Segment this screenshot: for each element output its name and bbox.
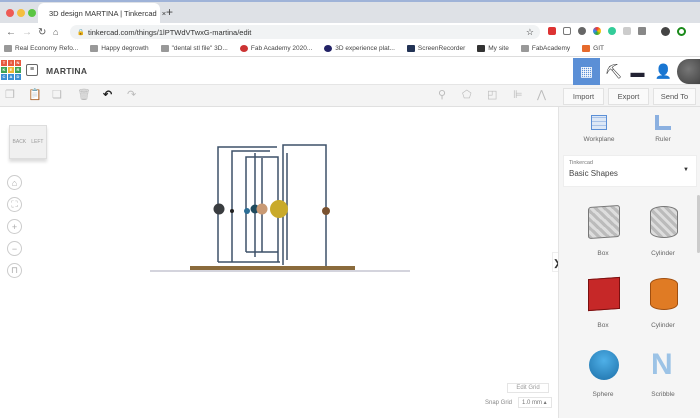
3d-view-grid-button[interactable]: ▦ (573, 58, 600, 85)
copy-icon[interactable]: ❐ (5, 88, 15, 101)
sphere-shape-icon (589, 350, 619, 380)
view-cube[interactable]: BACK LEFT (9, 125, 47, 159)
extension-icons (548, 27, 686, 36)
scribble-shape-icon: N (651, 348, 673, 381)
edit-grid-button[interactable]: Edit Grid (507, 383, 549, 393)
extension-icon[interactable] (623, 27, 631, 35)
design-title[interactable]: MARTINA (46, 66, 87, 76)
shape-library-select[interactable]: Tinkercad Basic Shapes ▼ (563, 155, 697, 187)
codeblocks-pickaxe-button[interactable]: ⛏ (600, 58, 627, 85)
duplicate-icon[interactable]: ❏ (52, 88, 62, 101)
snap-grid-label: Snap Grid (485, 400, 513, 406)
extension-icon[interactable] (677, 27, 686, 36)
tab-title: 3D design MARTINA | Tinkercad (49, 8, 157, 18)
bookmark-item[interactable]: Real Economy Refo... (4, 44, 78, 52)
box-shape-icon (588, 276, 620, 312)
bookmark-item[interactable]: GIT (582, 44, 604, 52)
workplane-icon (591, 115, 607, 130)
dropdown-caret-icon: ▼ (683, 167, 689, 173)
workplane-button[interactable]: Workplane (571, 113, 627, 149)
extension-icon[interactable] (593, 27, 601, 35)
note-pin-icon[interactable]: ⚲ (438, 88, 446, 101)
import-button[interactable]: Import (563, 88, 604, 105)
export-button[interactable]: Export (608, 88, 649, 105)
user-avatar[interactable] (677, 59, 700, 84)
bookmark-item[interactable]: ScreenRecorder (406, 44, 465, 52)
ruler-button[interactable]: Ruler (635, 113, 691, 149)
bookmark-item[interactable]: Fab Academy 2020... (239, 44, 312, 52)
bricks-button[interactable]: ▬ (624, 58, 651, 85)
minimize-window-button[interactable] (17, 9, 25, 17)
ruler-icon (655, 115, 671, 130)
zoom-out-button[interactable]: − (7, 241, 22, 256)
mirror-icon[interactable]: ⋀ (537, 88, 546, 101)
viewcube-left-face[interactable]: LEFT (31, 139, 43, 145)
extension-icon[interactable] (548, 27, 556, 35)
ungroup-icon[interactable]: ◰ (487, 88, 497, 101)
zoom-in-button[interactable]: + (7, 219, 22, 234)
align-icon[interactable]: ⊫ (513, 88, 523, 101)
shape-grid: Box Cylinder Box Cylinder Sphere N Scrib… (563, 191, 693, 418)
bookmark-item[interactable]: My site (477, 44, 509, 52)
browser-tab[interactable]: 3D design MARTINA | Tinkercad × (38, 3, 166, 23)
shape-cylinder[interactable]: Cylinder (633, 273, 693, 333)
cylinder-shape-icon (650, 278, 678, 310)
group-icon[interactable]: ⬠ (462, 88, 472, 101)
home-icon[interactable]: ⌂ (53, 27, 58, 37)
viewcube-back-face[interactable]: BACK (13, 139, 27, 145)
shape-scribble[interactable]: N Scribble (633, 345, 693, 405)
close-window-button[interactable] (6, 9, 14, 17)
bookmark-item[interactable]: FabAcademy (520, 44, 570, 52)
3d-workspace[interactable]: BACK LEFT ⌂ ⛶ + − ⊓ Edit Grid Snap Grid … (0, 107, 558, 418)
maximize-window-button[interactable] (28, 9, 36, 17)
home-view-button[interactable]: ⌂ (7, 175, 22, 190)
3d-model-scene[interactable] (150, 140, 410, 275)
delete-icon[interactable]: 🗑 (77, 88, 91, 101)
send-to-button[interactable]: Send To (653, 88, 696, 105)
profile-avatar[interactable] (661, 27, 670, 36)
new-tab-button[interactable]: + (166, 5, 173, 19)
invite-user-button[interactable]: 👤 (650, 58, 677, 85)
bookmark-item[interactable]: "dental stl file" 3D... (160, 44, 228, 52)
extension-icon[interactable] (563, 27, 571, 35)
perspective-toggle-button[interactable]: ⊓ (7, 263, 22, 278)
snap-grid-select[interactable]: 1.0 mm ▴ (518, 397, 552, 408)
forward-icon[interactable]: → (22, 27, 32, 38)
shape-box[interactable]: Box (573, 273, 633, 333)
bookmark-star-icon[interactable]: ☆ (526, 27, 534, 38)
bookmarks-bar: Real Economy Refo... Happy degrowth "den… (0, 41, 700, 57)
extension-icon[interactable] (638, 27, 646, 35)
url-text: tinkercad.com/things/1lPTWdVTwxG-martina… (88, 27, 252, 37)
shape-sphere[interactable]: Sphere (573, 345, 633, 405)
box-shape-icon (588, 204, 620, 240)
paste-icon[interactable]: 📋 (28, 88, 42, 101)
shape-cylinder-hole[interactable]: Cylinder (633, 201, 693, 261)
lock-icon: 🔒 (77, 29, 85, 36)
extension-icon[interactable] (578, 27, 586, 35)
shape-box-hole[interactable]: Box (573, 201, 633, 261)
shapes-panel: Workplane Ruler Tinkercad Basic Shapes ▼… (558, 107, 700, 418)
undo-icon[interactable]: ↶ (103, 88, 112, 101)
redo-icon[interactable]: ↷ (127, 88, 136, 101)
bookmark-item[interactable]: Happy degrowth (90, 44, 149, 52)
cylinder-shape-icon (650, 206, 678, 238)
url-input[interactable]: 🔒 tinkercad.com/things/1lPTWdVTwxG-marti… (70, 25, 540, 39)
bookmark-item[interactable]: 3D experience plat... (324, 44, 395, 52)
back-icon[interactable]: ← (6, 27, 16, 38)
reload-icon[interactable]: ↻ (38, 27, 46, 38)
planet-spheres (213, 200, 330, 218)
tinkercad-logo[interactable]: TIN KER CAD (1, 60, 21, 80)
extension-icon[interactable] (608, 27, 616, 35)
design-menu-icon[interactable]: ≡ (26, 64, 38, 76)
fit-view-button[interactable]: ⛶ (7, 197, 22, 212)
address-bar-row: ← → ↻ ⌂ 🔒 tinkercad.com/things/1lPTWdVTw… (0, 23, 700, 41)
